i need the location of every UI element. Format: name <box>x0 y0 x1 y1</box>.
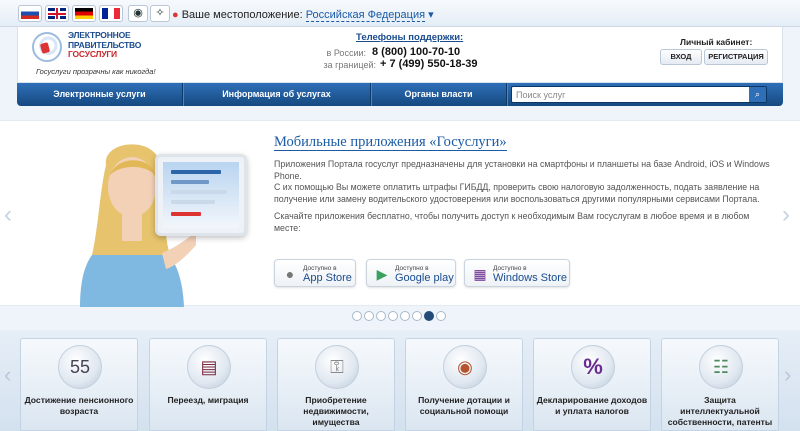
google-play-button[interactable]: ▶ Доступно в Google play <box>366 259 456 287</box>
tile-patents[interactable]: ☷ Защита интеллектуальной собственности,… <box>661 338 779 431</box>
main-navigation: Электронные услуги Информация об услугах… <box>17 83 783 106</box>
slider-dot[interactable] <box>364 311 374 321</box>
banner-paragraph-2: С их помощью Вы можете оплатить штрафы Г… <box>274 182 760 204</box>
top-bar: ◉ ✧ ● Ваше местоположение: Российская Фе… <box>0 0 800 27</box>
next-tiles-icon[interactable]: › <box>784 362 791 388</box>
google-play-icon: ▶ <box>376 266 388 282</box>
nav-service-info[interactable]: Информация об услугах <box>183 83 371 106</box>
location-pin-icon: ● <box>172 9 179 21</box>
site-header: ЭЛЕКТРОННОЕ ПРАВИТЕЛЬСТВО ГОСУСЛУГИ Госу… <box>17 27 783 83</box>
slider-dot[interactable] <box>376 311 386 321</box>
tablet-illustration <box>155 154 247 236</box>
tile-label: Получение дотации и социальной помощи <box>418 395 510 416</box>
wallet-icon: ◉ <box>443 345 487 389</box>
location-selector: ● Ваше местоположение: Российская Федера… <box>172 9 434 22</box>
compass-icon[interactable]: ✧ <box>150 5 170 22</box>
french-flag-icon[interactable] <box>99 5 123 22</box>
banner-title[interactable]: Мобильные приложения «Госуслуги» <box>274 134 507 151</box>
login-button[interactable]: ВХОД <box>660 49 702 65</box>
logo-slogan: Госуслуги прозрачны как никогда! <box>36 67 156 76</box>
keys-icon: ⚿ <box>315 345 359 389</box>
tile-migration[interactable]: ▤ Переезд, миграция <box>149 338 267 431</box>
english-flag-icon[interactable] <box>45 5 69 22</box>
russian-flag-icon[interactable] <box>18 5 42 22</box>
tile-label: Декларирование доходов и уплата налогов <box>536 395 648 416</box>
slider-dot[interactable] <box>388 311 398 321</box>
nav-electronic-services[interactable]: Электронные услуги <box>17 83 183 106</box>
eye-icon[interactable]: ◉ <box>128 5 148 22</box>
support-phones-title[interactable]: Телефоны поддержки: <box>356 32 463 43</box>
prev-slide-icon[interactable]: ‹ <box>4 201 12 229</box>
windows-icon: ▦ <box>473 266 487 282</box>
slider-dot[interactable] <box>436 311 446 321</box>
gosuslugi-logo-icon[interactable] <box>32 32 62 62</box>
tile-pension[interactable]: 55 Достижение пенсионного возраста <box>20 338 138 431</box>
search-input[interactable] <box>512 87 744 102</box>
slider-dot[interactable] <box>400 311 410 321</box>
banner-paragraph-3: Скачайте приложения бесплатно, чтобы пол… <box>274 211 750 233</box>
german-flag-icon[interactable] <box>72 5 96 22</box>
apple-icon: ● <box>285 266 295 282</box>
prev-tiles-icon[interactable]: ‹ <box>4 362 11 388</box>
search-box: ⌕ <box>511 86 767 103</box>
banner-paragraph-1: Приложения Портала госуслуг предназначен… <box>274 159 770 181</box>
tile-label: Приобретение недвижимости, имущества <box>303 395 369 427</box>
tile-property[interactable]: ⚿ Приобретение недвижимости, имущества <box>277 338 395 431</box>
certificate-icon: ☷ <box>699 345 743 389</box>
location-value[interactable]: Российская Федерация <box>305 9 426 22</box>
windows-store-button[interactable]: ▦ Доступно в Windows Store <box>464 259 570 287</box>
percent-icon: % <box>571 345 615 389</box>
tile-label: Защита интеллектуальной собственности, п… <box>667 395 773 427</box>
slider-dot[interactable] <box>424 311 434 321</box>
tile-social-aid[interactable]: ◉ Получение дотации и социальной помощи <box>405 338 523 431</box>
search-icon[interactable]: ⌕ <box>749 87 766 102</box>
tile-label: Переезд, миграция <box>167 395 249 405</box>
russia-phone-label: в России: <box>326 48 366 58</box>
tile-label: Достижение пенсионного возраста <box>24 395 134 416</box>
nav-authorities[interactable]: Органы власти <box>371 83 507 106</box>
calendar-55-icon: 55 <box>58 345 102 389</box>
slider-dot[interactable] <box>352 311 362 321</box>
abroad-phone-label: за границей: <box>323 60 376 70</box>
abroad-phone: + 7 (499) 550-18-39 <box>380 58 478 70</box>
cabinet-title: Личный кабинет: <box>680 37 753 47</box>
logo-text[interactable]: ЭЛЕКТРОННОЕ ПРАВИТЕЛЬСТВО ГОСУСЛУГИ <box>68 30 141 60</box>
tile-taxes[interactable]: % Декларирование доходов и уплата налого… <box>533 338 651 431</box>
russia-phone: 8 (800) 100-70-10 <box>372 46 461 58</box>
next-slide-icon[interactable]: › <box>782 201 790 229</box>
register-button[interactable]: РЕГИСТРАЦИЯ <box>704 49 768 65</box>
passport-icon: ▤ <box>187 345 231 389</box>
app-store-button[interactable]: ● Доступно в App Store <box>274 259 356 287</box>
slider-dot[interactable] <box>412 311 422 321</box>
location-label: Ваше местоположение: <box>181 9 303 21</box>
